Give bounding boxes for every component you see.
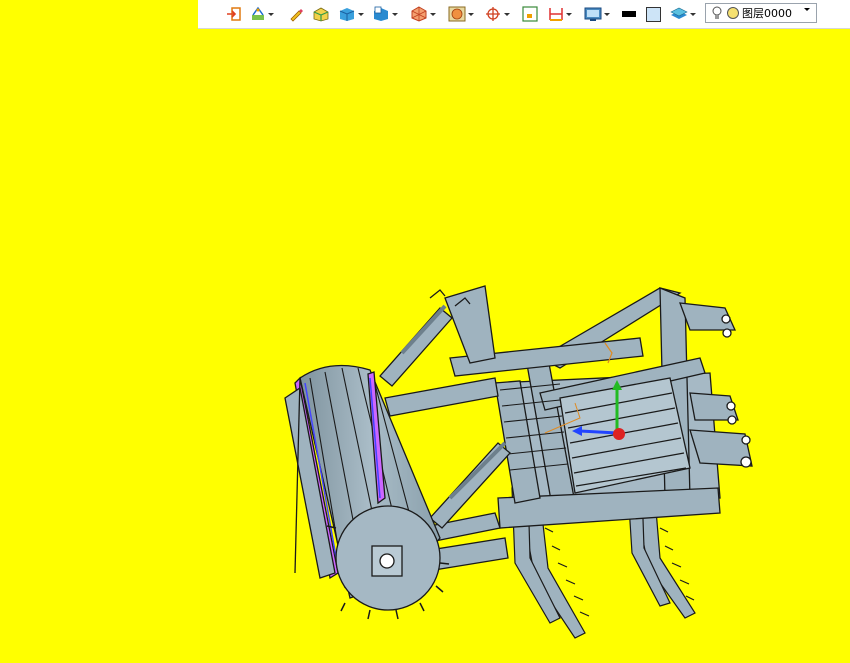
line-color-swatch — [622, 11, 636, 17]
sketch-icon — [252, 6, 264, 20]
exit-sketch-icon — [227, 7, 241, 21]
chevron-down-icon — [604, 12, 610, 16]
display-settings-icon — [584, 7, 602, 21]
sketch-button[interactable] — [250, 5, 274, 23]
chevron-down-icon — [392, 12, 398, 16]
fit-view-button[interactable] — [522, 5, 538, 23]
layer-state-icon — [727, 7, 739, 19]
part-cube-icon — [374, 6, 388, 21]
chevron-down-icon — [566, 12, 572, 16]
dimension-button[interactable] — [548, 5, 572, 23]
layer-stack-icon — [670, 7, 688, 19]
chevron-down-icon — [690, 12, 696, 16]
fill-color-button[interactable] — [646, 5, 661, 23]
layer-selector[interactable]: 图层0000 — [705, 3, 817, 24]
render-style-button[interactable] — [448, 5, 474, 23]
coordinate-system-icon — [486, 7, 500, 21]
chevron-down-icon — [268, 12, 274, 16]
pencil-icon — [290, 9, 303, 22]
layer-name: 图层0000 — [742, 7, 792, 20]
extrude-button[interactable] — [312, 5, 330, 23]
render-style-icon — [448, 6, 466, 22]
dimension-icon — [549, 8, 563, 21]
3d-viewport[interactable] — [0, 29, 850, 659]
view-orientation-button[interactable] — [410, 5, 436, 23]
chevron-down-icon[interactable] — [804, 8, 810, 24]
fit-view-icon — [522, 6, 538, 22]
fill-color-swatch — [646, 6, 661, 22]
exit-sketch-button[interactable] — [226, 5, 242, 23]
chevron-down-icon — [468, 12, 474, 16]
chevron-down-icon — [430, 12, 436, 16]
extrude-solid-icon — [313, 7, 329, 22]
pencil-button[interactable] — [288, 5, 304, 23]
solid-button[interactable] — [338, 5, 364, 23]
solid-cube-icon — [339, 8, 355, 21]
cad-model-view[interactable] — [0, 29, 850, 659]
coordinate-system-button[interactable] — [484, 5, 510, 23]
layer-manager-button[interactable] — [670, 5, 696, 23]
view-orientation-icon — [411, 6, 427, 22]
line-color-button[interactable] — [622, 5, 636, 23]
display-settings-button[interactable] — [584, 5, 610, 23]
chevron-down-icon — [358, 12, 364, 16]
part-button[interactable] — [372, 5, 398, 23]
lightbulb-icon — [712, 6, 722, 19]
chevron-down-icon — [504, 12, 510, 16]
